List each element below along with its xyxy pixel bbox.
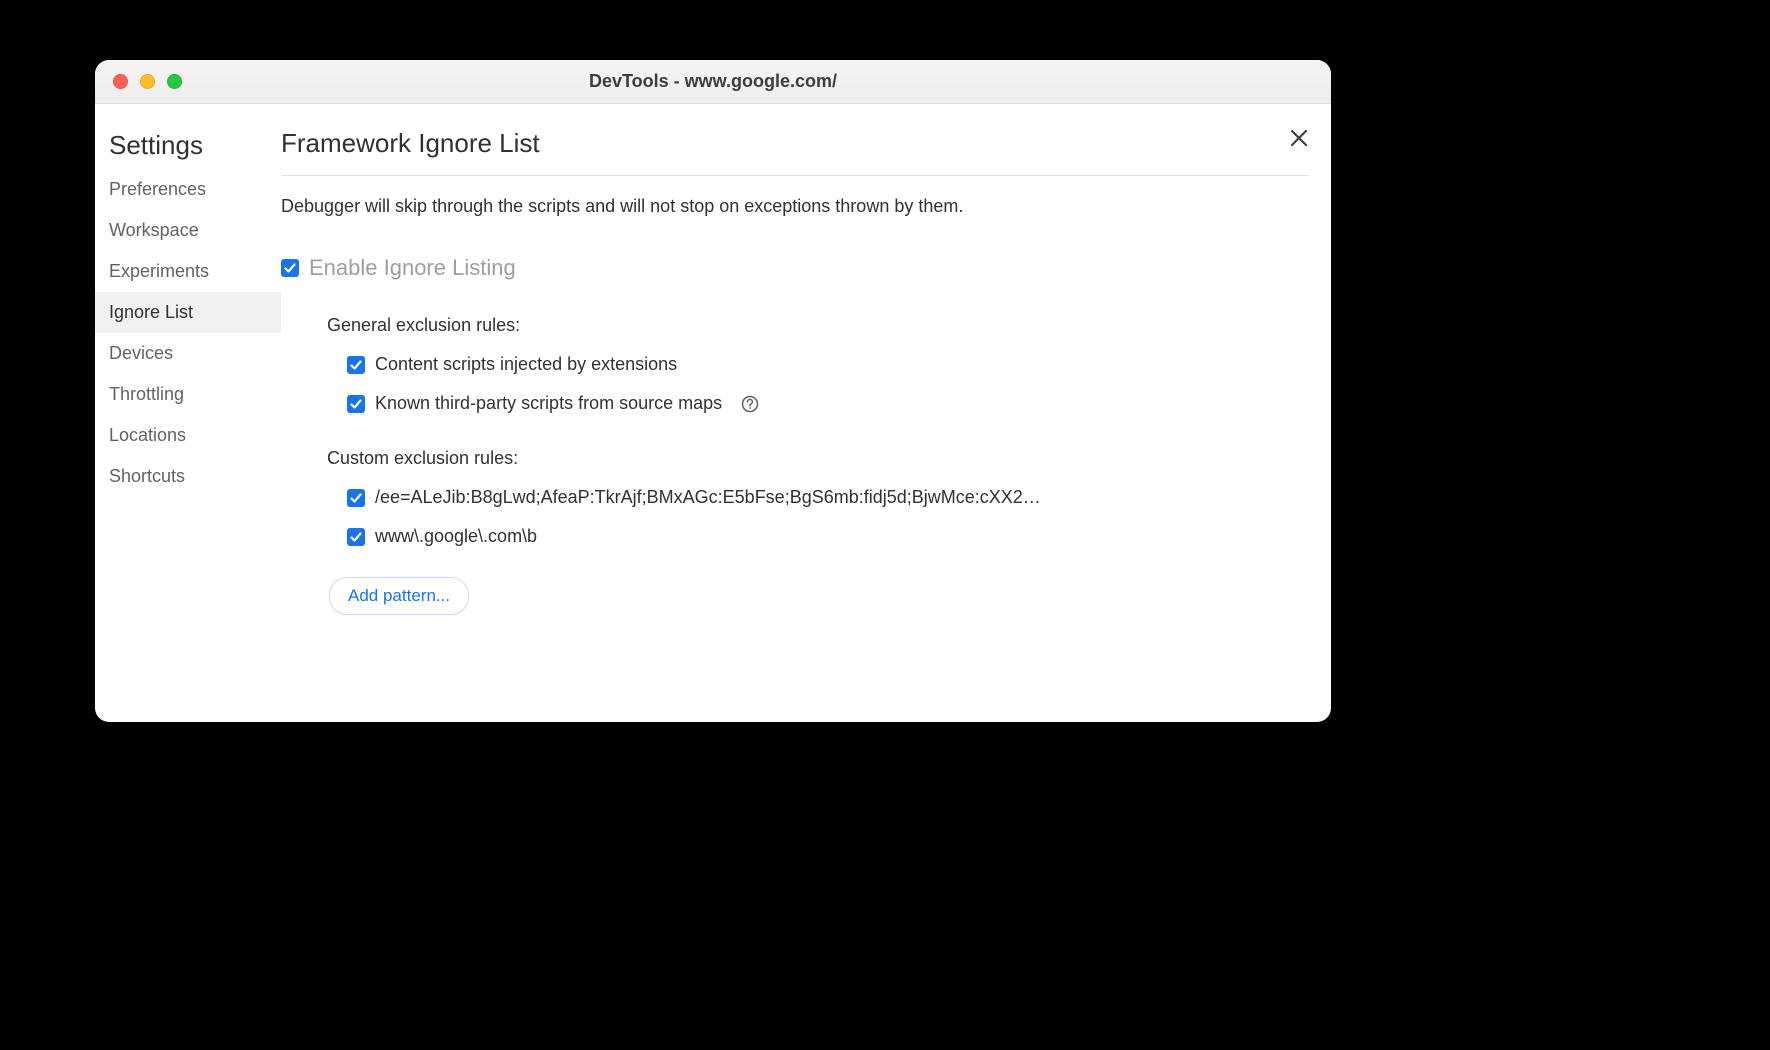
close-icon: [1290, 129, 1308, 147]
window-title: DevTools - www.google.com/: [95, 71, 1331, 92]
third-party-label: Known third-party scripts from source ma…: [375, 393, 722, 414]
fullscreen-window-icon[interactable]: [167, 74, 182, 89]
close-window-icon[interactable]: [113, 74, 128, 89]
enable-ignore-listing-checkbox[interactable]: [281, 259, 299, 277]
content-scripts-checkbox[interactable]: [347, 356, 365, 374]
titlebar: DevTools - www.google.com/: [95, 60, 1331, 104]
checkmark-icon: [349, 397, 363, 411]
enable-ignore-listing-row[interactable]: Enable Ignore Listing: [281, 255, 1313, 281]
sidebar-item-preferences[interactable]: Preferences: [95, 169, 281, 210]
checkmark-icon: [349, 491, 363, 505]
checkmark-icon: [349, 530, 363, 544]
custom-rule-1[interactable]: www\.google\.com\b: [347, 526, 1107, 547]
custom-rules-label: Custom exclusion rules:: [327, 448, 1313, 469]
sidebar-item-throttling[interactable]: Throttling: [95, 374, 281, 415]
sidebar-item-locations[interactable]: Locations: [95, 415, 281, 456]
checkmark-icon: [283, 261, 297, 275]
custom-rule-0-pattern: /ee=ALeJib:B8gLwd;AfeaP:TkrAjf;BMxAGc:E5…: [375, 487, 1041, 508]
enable-ignore-listing-label: Enable Ignore Listing: [309, 255, 516, 281]
sidebar-item-devices[interactable]: Devices: [95, 333, 281, 374]
devtools-window: DevTools - www.google.com/ Settings Pref…: [95, 60, 1331, 722]
main-panel: Framework Ignore List Debugger will skip…: [281, 104, 1331, 722]
content-scripts-label: Content scripts injected by extensions: [375, 354, 677, 375]
traffic-lights: [95, 74, 182, 89]
sidebar-item-experiments[interactable]: Experiments: [95, 251, 281, 292]
content: Settings Preferences Workspace Experimen…: [95, 104, 1331, 722]
sidebar-item-shortcuts[interactable]: Shortcuts: [95, 456, 281, 497]
sidebar-item-ignore-list[interactable]: Ignore List: [95, 292, 281, 333]
general-rule-content-scripts[interactable]: Content scripts injected by extensions: [347, 354, 1313, 375]
sidebar: Settings Preferences Workspace Experimen…: [95, 104, 281, 722]
custom-rule-0[interactable]: /ee=ALeJib:B8gLwd;AfeaP:TkrAjf;BMxAGc:E5…: [347, 487, 1107, 508]
add-pattern-button[interactable]: Add pattern...: [329, 577, 469, 615]
custom-rule-1-pattern: www\.google\.com\b: [375, 526, 537, 547]
checkmark-icon: [349, 358, 363, 372]
minimize-window-icon[interactable]: [140, 74, 155, 89]
page-title: Framework Ignore List: [281, 128, 1309, 176]
help-icon[interactable]: [740, 394, 760, 414]
custom-rule-1-checkbox[interactable]: [347, 528, 365, 546]
general-rules-label: General exclusion rules:: [327, 315, 1313, 336]
general-rule-third-party[interactable]: Known third-party scripts from source ma…: [347, 393, 1313, 414]
custom-rule-0-checkbox[interactable]: [347, 489, 365, 507]
third-party-checkbox[interactable]: [347, 395, 365, 413]
sidebar-item-workspace[interactable]: Workspace: [95, 210, 281, 251]
page-description: Debugger will skip through the scripts a…: [281, 194, 1313, 219]
sidebar-title: Settings: [95, 130, 281, 169]
close-settings-button[interactable]: [1285, 124, 1313, 152]
